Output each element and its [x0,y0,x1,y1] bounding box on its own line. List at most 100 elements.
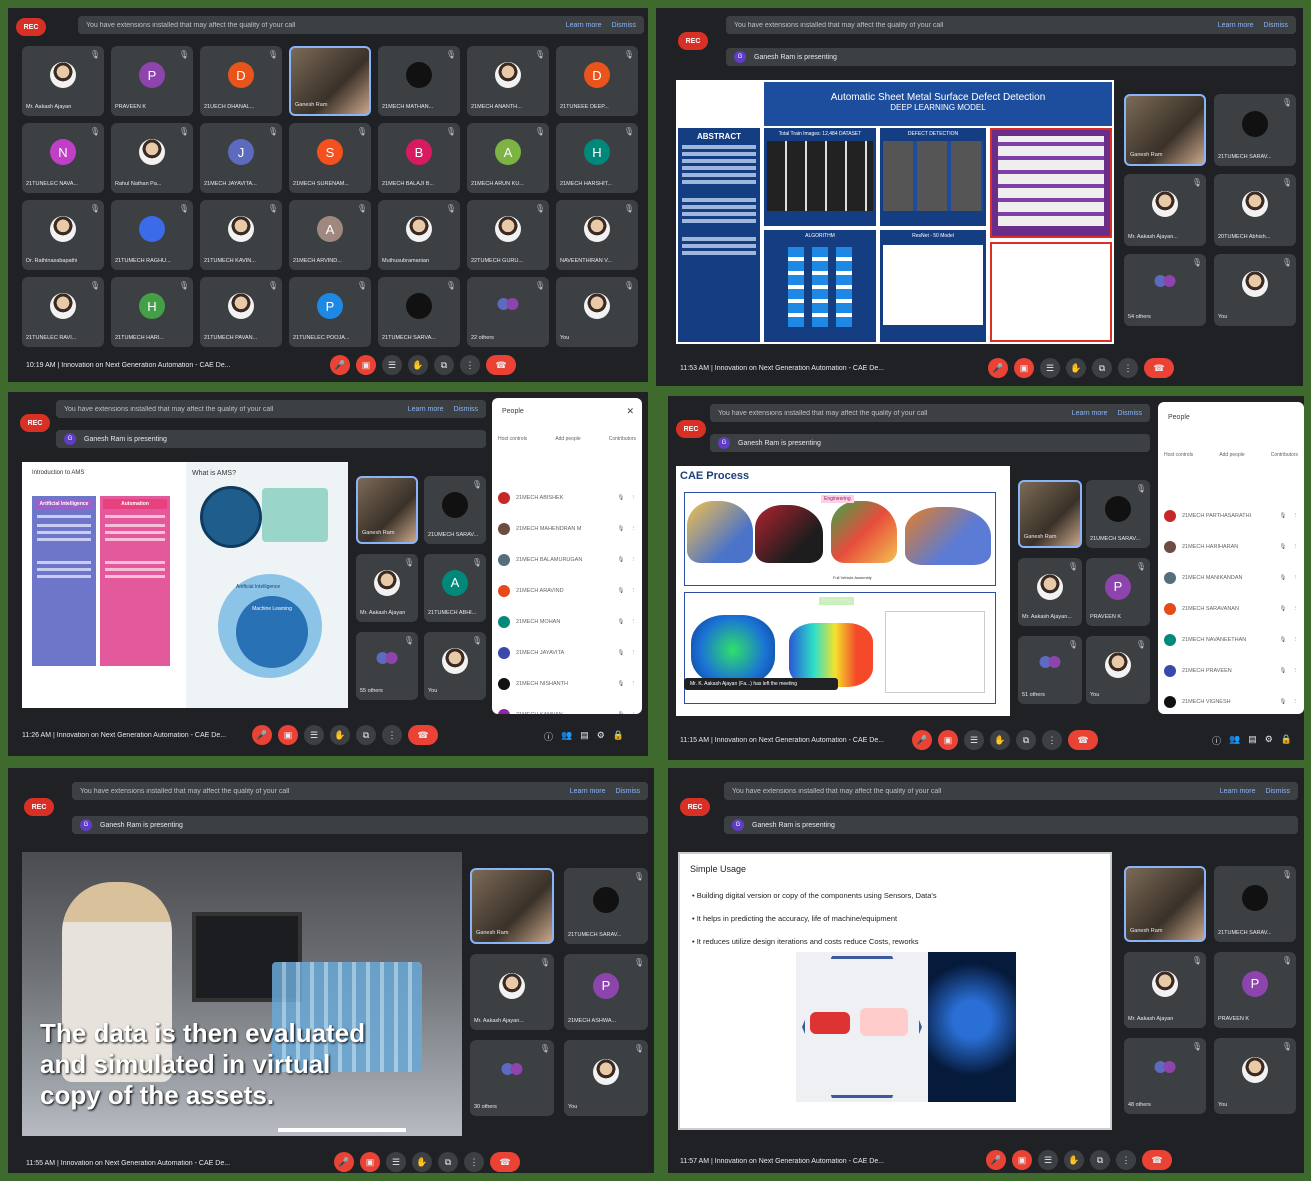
participant-tile[interactable]: N 🎙 21TUNELEC NAVA... [22,123,104,193]
participant-tile[interactable]: 🎙 21TUMECH RAGHU... [111,200,193,270]
mic-off-button[interactable]: 🎤 [912,730,932,750]
people-icon[interactable]: 👥 [561,730,572,743]
participant-tile[interactable]: P 🎙 21TUNELEC POOJA... [289,277,371,347]
learn-more-link[interactable]: Learn more [1220,788,1256,795]
captions-button[interactable]: ☰ [1038,1150,1058,1170]
close-icon[interactable]: ✕ [626,406,634,417]
participant-tile[interactable]: 🎙 You [556,277,638,347]
dismiss-link[interactable]: Dismiss [1264,22,1289,29]
learn-more-link[interactable]: Learn more [570,788,606,795]
more-options-button[interactable]: ⋮ [460,355,480,375]
participant-tile[interactable]: 🎙 21MECH MATHAN... [378,46,460,116]
participant-tile[interactable]: 🎙 21TUMECH SARAV... [564,868,648,944]
more-vert-icon[interactable]: ⋮ [1293,544,1299,550]
participant-tile[interactable]: 🎙 22 others [467,277,549,347]
present-button[interactable]: ⧉ [438,1152,458,1172]
raise-hand-button[interactable]: ✋ [1066,358,1086,378]
tab-add-people[interactable]: Add people [1219,452,1244,458]
chat-icon[interactable]: ▤ [580,730,589,743]
more-vert-icon[interactable]: ⋮ [631,650,637,656]
participant-tile[interactable]: 🎙 Mr. Aakash Ajayan... [1018,558,1082,626]
camera-off-button[interactable]: ▣ [356,355,376,375]
mic-off-button[interactable]: 🎤 [252,725,272,745]
participant-tile[interactable]: 🎙 You [564,1040,648,1116]
list-item[interactable]: 21MECH PRAVEEN 🎙 ⋮ [1164,655,1298,686]
list-item[interactable]: 21MECH PARTHASARATHI 🎙 ⋮ [1164,500,1298,531]
camera-off-button[interactable]: ▣ [938,730,958,750]
more-vert-icon[interactable]: ⋮ [1293,513,1299,519]
participant-tile[interactable]: 🎙 21TUNELEC RAVI... [22,277,104,347]
participant-tile[interactable]: 🎙 Mr. Aakash Ajayan... [470,954,554,1030]
participant-tile[interactable]: 🎙 You [1214,254,1296,326]
more-options-button[interactable]: ⋮ [382,725,402,745]
video-progress-bar[interactable] [278,1128,406,1132]
participant-tile[interactable]: 🎙 21MECH ANANTH... [467,46,549,116]
participant-tile[interactable]: Ganesh Ram [470,868,554,944]
raise-hand-button[interactable]: ✋ [408,355,428,375]
list-item[interactable]: 21MECH HARIHARAN 🎙 ⋮ [1164,531,1298,562]
present-button[interactable]: ⧉ [1090,1150,1110,1170]
participant-tile[interactable]: 🎙 Mr. Aakash Ajayan [356,554,418,622]
leave-call-button[interactable]: ☎ [490,1152,520,1172]
participant-tile[interactable]: 🎙 Dr. Rathinasabapathi [22,200,104,270]
captions-button[interactable]: ☰ [964,730,984,750]
participant-tile[interactable]: 🎙 You [1086,636,1150,704]
more-vert-icon[interactable]: ⋮ [631,588,637,594]
people-icon[interactable]: 👥 [1229,734,1240,747]
participant-tile[interactable]: J 🎙 21MECH JAYAVITA... [200,123,282,193]
dismiss-link[interactable]: Dismiss [454,406,479,413]
participant-tile[interactable]: 🎙 21TUMECH KAVIN... [200,200,282,270]
participant-tile[interactable]: Ganesh Ram [356,476,418,544]
more-vert-icon[interactable]: ⋮ [1293,637,1299,643]
raise-hand-button[interactable]: ✋ [1064,1150,1084,1170]
present-button[interactable]: ⧉ [1092,358,1112,378]
dismiss-link[interactable]: Dismiss [612,22,637,29]
more-options-button[interactable]: ⋮ [464,1152,484,1172]
tab-host-controls[interactable]: Host controls [1164,452,1193,458]
activities-icon[interactable]: ⚙ [1265,734,1273,747]
list-item[interactable]: 21MECH NAVANEETHAN 🎙 ⋮ [1164,624,1298,655]
info-icon[interactable]: ⓘ [544,730,553,743]
more-vert-icon[interactable]: ⋮ [1293,575,1299,581]
participant-tile[interactable]: 🎙 NAVEENTHIRAN V... [556,200,638,270]
captions-button[interactable]: ☰ [304,725,324,745]
chat-icon[interactable]: ▤ [1248,734,1257,747]
list-item[interactable]: 21MECH MANIKANDAN 🎙 ⋮ [1164,562,1298,593]
mic-off-button[interactable]: 🎤 [334,1152,354,1172]
participant-tile[interactable]: 🎙 Mr. Aakash Ajayan [22,46,104,116]
dismiss-link[interactable]: Dismiss [1118,410,1143,417]
list-item[interactable]: 21MECH MOHAN 🎙 ⋮ [498,606,636,637]
list-item[interactable]: 21MECH JAYAVITA 🎙 ⋮ [498,637,636,668]
participant-tile[interactable]: A 🎙 21TUMECH ABHI... [424,554,486,622]
participant-tile[interactable]: A 🎙 21MECH ARVIND... [289,200,371,270]
participant-tile[interactable]: 🎙 51 others [1018,636,1082,704]
participant-tile[interactable]: Ganesh Ram [1124,94,1206,166]
activities-icon[interactable]: ⚙ [597,730,605,743]
participant-tile[interactable]: Ganesh Ram [289,46,371,116]
more-vert-icon[interactable]: ⋮ [631,712,637,715]
list-item[interactable]: 21MECH VIGNESH 🎙 ⋮ [1164,686,1298,714]
participant-tile[interactable]: 🎙 55 others [356,632,418,700]
participant-tile[interactable]: Ganesh Ram [1124,866,1206,942]
present-button[interactable]: ⧉ [356,725,376,745]
participant-tile[interactable]: 🎙 21TUMECH SARAV... [1214,866,1296,942]
info-icon[interactable]: ⓘ [1212,734,1221,747]
participant-tile[interactable]: H 🎙 21TUMECH HARI... [111,277,193,347]
participant-tile[interactable]: 🎙 22TUMECH GURU... [467,200,549,270]
list-item[interactable]: 21MECH KANNAN 🎙 ⋮ [498,699,636,714]
participant-tile[interactable]: D 🎙 21UECH DHANAL... [200,46,282,116]
present-button[interactable]: ⧉ [1016,730,1036,750]
participant-tile[interactable]: 🎙 You [424,632,486,700]
participant-tile[interactable]: 🎙 48 others [1124,1038,1206,1114]
participant-tile[interactable]: 🎙 You [1214,1038,1296,1114]
raise-hand-button[interactable]: ✋ [990,730,1010,750]
lock-icon[interactable]: 🔒 [1281,734,1292,747]
list-item[interactable]: 21MECH MAHENDRAN M 🎙 ⋮ [498,513,636,544]
camera-off-button[interactable]: ▣ [1014,358,1034,378]
tab-add-people[interactable]: Add people [555,436,580,442]
list-item[interactable]: 21MECH ABISHEK 🎙 ⋮ [498,482,636,513]
learn-more-link[interactable]: Learn more [1218,22,1254,29]
lock-icon[interactable]: 🔒 [613,730,624,743]
raise-hand-button[interactable]: ✋ [330,725,350,745]
participant-tile[interactable]: 🎙 Mr. Aakash Ajayan... [1124,174,1206,246]
